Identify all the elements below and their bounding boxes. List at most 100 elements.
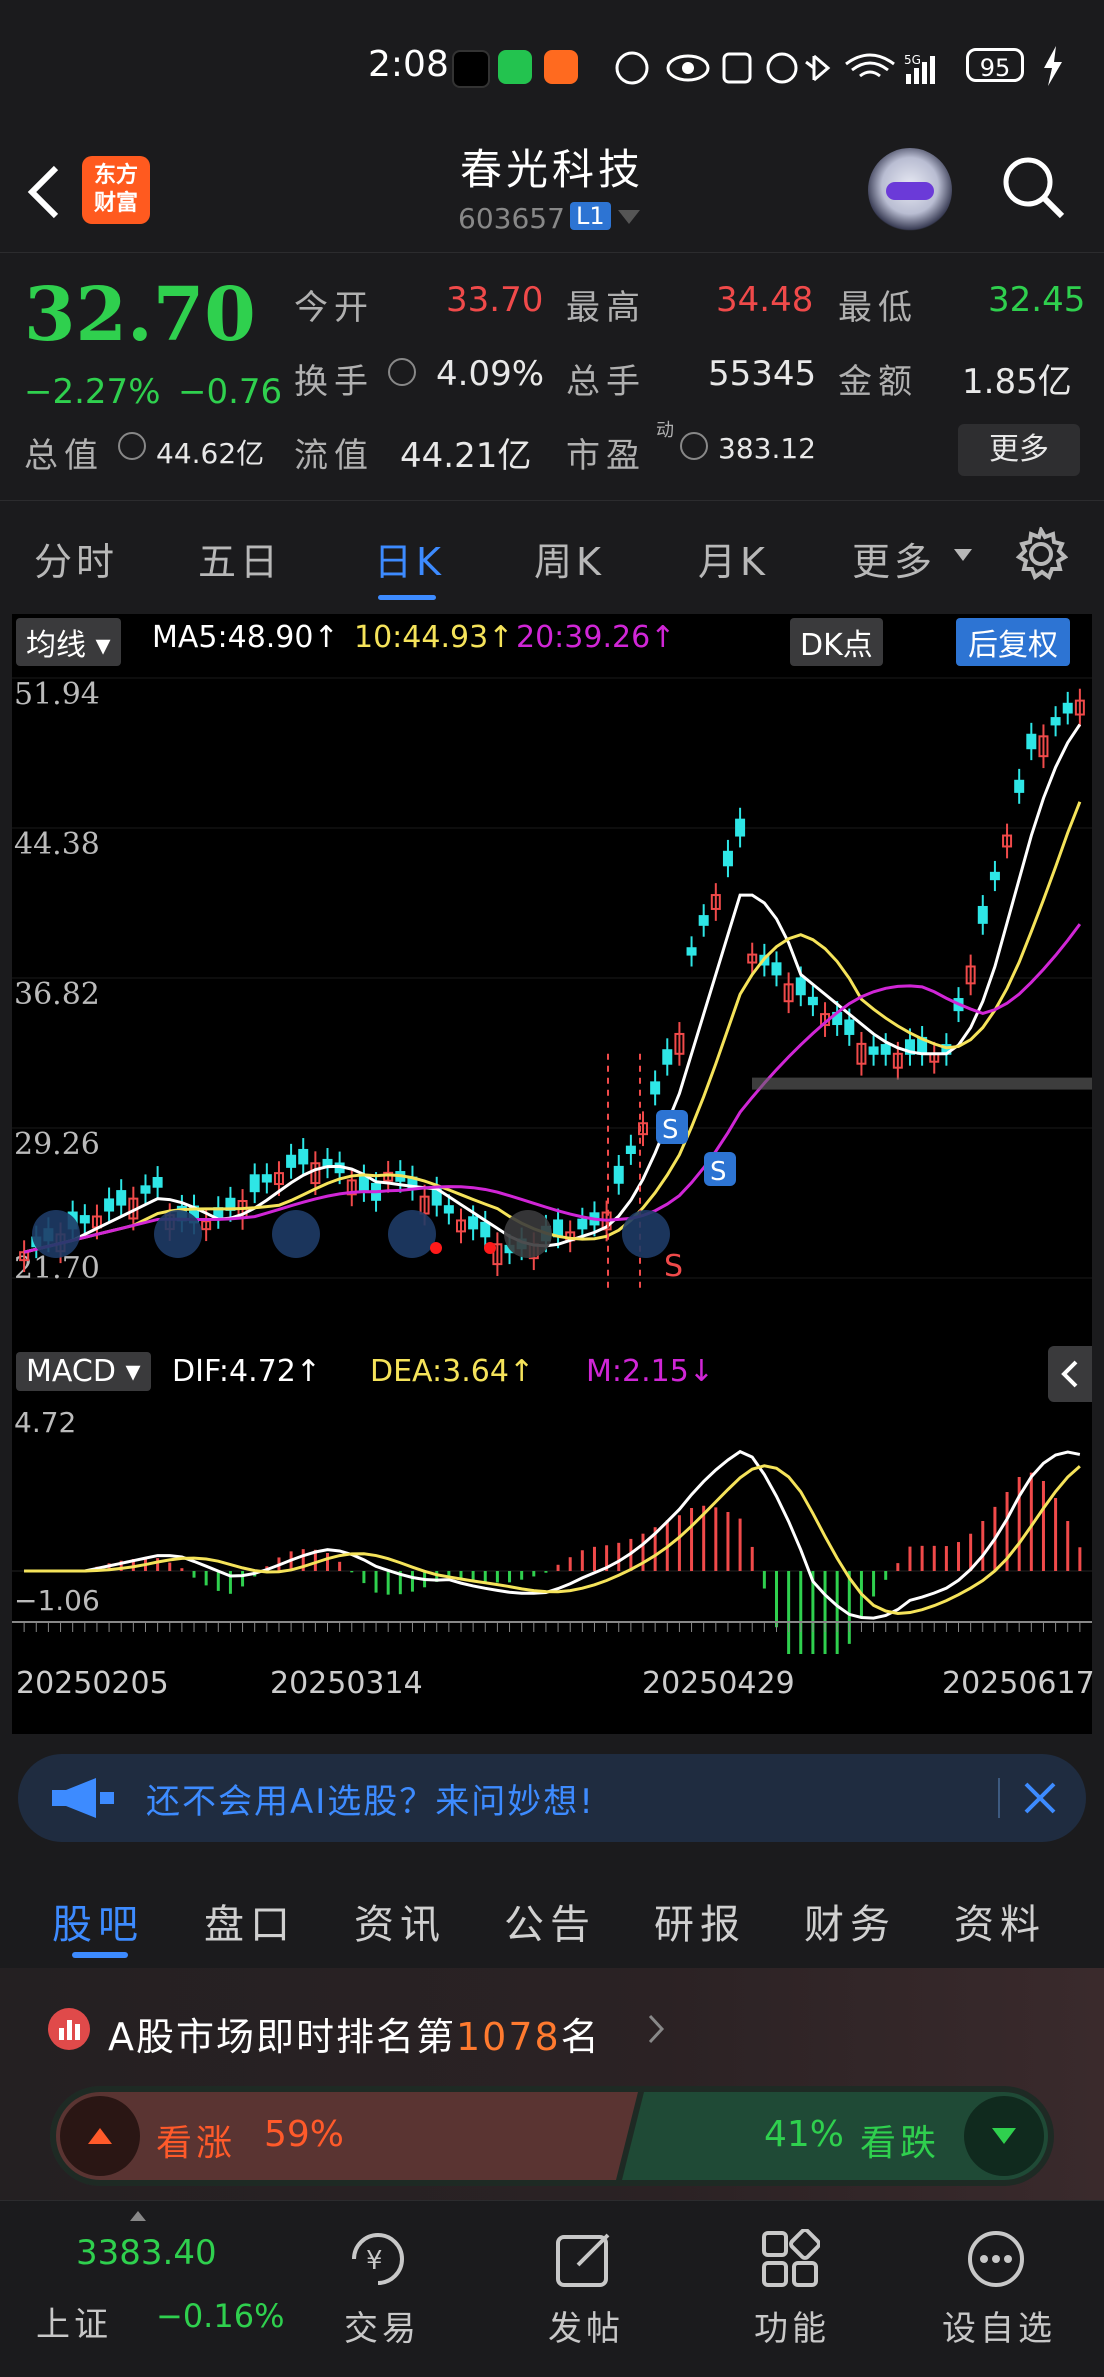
candlestick-plot[interactable]: 51.9444.3836.8229.2621.70BBSSS bbox=[12, 668, 1092, 1288]
tab-announcements[interactable]: 公告 bbox=[504, 1892, 596, 1950]
tab-news[interactable]: 资讯 bbox=[354, 1892, 446, 1950]
tab-profile[interactable]: 资料 bbox=[954, 1892, 1046, 1950]
ad-text: 还不会用AI选股？来问妙想! bbox=[146, 1782, 595, 1822]
price-tick: 36.82 bbox=[14, 977, 100, 1012]
dea-line bbox=[24, 1464, 1081, 1615]
zoom-out-icon[interactable] bbox=[154, 1210, 202, 1258]
macd-selector[interactable]: MACD ▾ bbox=[16, 1352, 151, 1391]
sell-signal-label: S bbox=[710, 1157, 727, 1187]
ma-selector[interactable]: 均线 ▾ bbox=[16, 618, 121, 666]
tab-daily-k[interactable]: 日K bbox=[374, 531, 445, 586]
adjust-button[interactable]: 后复权 bbox=[956, 618, 1070, 666]
candle-body bbox=[625, 1145, 636, 1154]
event-dot bbox=[484, 1242, 496, 1254]
pe-value: 383.12 bbox=[718, 432, 816, 465]
chevron-right-icon[interactable] bbox=[504, 1210, 552, 1258]
candle-body bbox=[807, 996, 818, 1006]
candle-body bbox=[735, 818, 746, 837]
search-icon[interactable] bbox=[1000, 154, 1066, 220]
candle-body bbox=[868, 1046, 879, 1055]
tab-more[interactable]: 更多 bbox=[852, 531, 936, 586]
change-amount: −0.76 bbox=[178, 372, 283, 412]
candle-body bbox=[140, 1185, 151, 1194]
bull-percent: 59% bbox=[264, 2114, 345, 2155]
tab-pankou[interactable]: 盘口 bbox=[204, 1892, 296, 1950]
bull-button[interactable] bbox=[60, 2096, 140, 2176]
svg-text:5G: 5G bbox=[904, 53, 921, 67]
info-icon[interactable] bbox=[680, 432, 708, 460]
date-tick: 20250314 bbox=[270, 1666, 423, 1701]
collapse-button[interactable] bbox=[1048, 1346, 1092, 1402]
candle-body bbox=[116, 1190, 127, 1206]
low-label: 最低 bbox=[838, 288, 918, 328]
post-icon[interactable] bbox=[554, 2229, 616, 2289]
nav-trade[interactable]: 交易 bbox=[344, 2301, 420, 2350]
active-tab-indicator bbox=[378, 595, 436, 600]
status-time: 2:08 bbox=[368, 44, 449, 85]
candle-body bbox=[698, 915, 709, 926]
index-name[interactable]: 上证 bbox=[36, 2297, 112, 2346]
kline-chart[interactable]: 均线 ▾ MA5:48.90↑ 10:44.93↑ 20:39.26↑ DK点 … bbox=[12, 614, 1095, 1734]
more-button[interactable]: 更多 bbox=[958, 424, 1080, 476]
candle-body bbox=[977, 905, 988, 924]
candle-body bbox=[286, 1154, 297, 1168]
ma5-label: MA5:48.90↑ bbox=[152, 620, 339, 655]
candle-body bbox=[249, 1174, 260, 1193]
nav-add-watchlist[interactable]: 设自选 bbox=[942, 2301, 1056, 2350]
dk-point-button[interactable]: DK点 bbox=[790, 618, 883, 666]
status-icons: 5G bbox=[615, 51, 935, 85]
assistant-avatar[interactable] bbox=[868, 148, 952, 232]
high-label: 最高 bbox=[566, 288, 646, 328]
chevron-left-icon[interactable] bbox=[388, 1210, 436, 1258]
chevron-left-icon[interactable] bbox=[32, 1210, 80, 1258]
info-icon[interactable] bbox=[388, 358, 416, 386]
zoom-in-icon[interactable] bbox=[272, 1210, 320, 1258]
candle-body bbox=[358, 1175, 369, 1191]
gear-icon[interactable] bbox=[1014, 527, 1068, 581]
level-badge[interactable]: L1 bbox=[570, 202, 611, 230]
candle-body bbox=[989, 871, 1000, 881]
wechat-icon bbox=[498, 50, 532, 84]
nav-functions[interactable]: 功能 bbox=[754, 2301, 830, 2350]
candle-body bbox=[1026, 733, 1037, 750]
nav-post[interactable]: 发帖 bbox=[548, 2301, 624, 2350]
candle-body bbox=[298, 1148, 309, 1165]
candle-body bbox=[662, 1049, 673, 1065]
bottom-nav: 3383.40 上证 −0.16% ¥ 交易 发帖 功能 设自选 bbox=[0, 2200, 1104, 2377]
expand-icon[interactable] bbox=[622, 1210, 670, 1258]
tab-research[interactable]: 研报 bbox=[654, 1892, 746, 1950]
index-change[interactable]: −0.16% bbox=[156, 2297, 284, 2335]
tab-intraday[interactable]: 分时 bbox=[34, 531, 118, 586]
chevron-down-icon[interactable] bbox=[618, 210, 640, 224]
info-icon[interactable] bbox=[118, 432, 146, 460]
candle-body bbox=[468, 1216, 479, 1230]
tab-finance[interactable]: 财务 bbox=[804, 1892, 896, 1950]
bull-bear-vote: 看涨 59% 41% 看跌 bbox=[50, 2086, 1054, 2186]
sell-signal-label: S bbox=[662, 1115, 679, 1145]
bear-percent: 41% bbox=[764, 2114, 845, 2155]
stock-code: 603657 bbox=[458, 202, 565, 235]
bear-button[interactable] bbox=[964, 2096, 1044, 2176]
chevron-right-icon[interactable] bbox=[648, 2014, 666, 2044]
float-mv-label: 流值 bbox=[294, 436, 374, 476]
date-tick: 20250205 bbox=[16, 1666, 169, 1701]
ma20-label: 20:39.26↑ bbox=[516, 620, 676, 655]
trade-icon[interactable]: ¥ bbox=[344, 2229, 410, 2289]
tab-weekly-k[interactable]: 周K bbox=[534, 531, 605, 586]
current-price: 32.70 bbox=[24, 272, 256, 358]
tab-monthly-k[interactable]: 月K bbox=[698, 531, 769, 586]
close-icon[interactable] bbox=[1020, 1778, 1060, 1818]
candle-body bbox=[443, 1205, 454, 1214]
candle-body bbox=[880, 1044, 891, 1055]
market-rank-card[interactable]: A股市场即时排名第1078名 看涨 59% 41% 看跌 bbox=[0, 1968, 1104, 2200]
index-value[interactable]: 3383.40 bbox=[76, 2233, 217, 2273]
more-dots-icon[interactable] bbox=[966, 2229, 1026, 2289]
functions-icon[interactable] bbox=[760, 2229, 820, 2289]
tab-five-day[interactable]: 五日 bbox=[198, 531, 282, 586]
tab-guba[interactable]: 股吧 bbox=[52, 1892, 144, 1950]
macd-plot[interactable]: 4.72 −1.06 bbox=[12, 1404, 1092, 1654]
candle-body bbox=[152, 1177, 163, 1188]
ai-ad-banner[interactable]: 还不会用AI选股？来问妙想! bbox=[18, 1754, 1086, 1842]
chevron-down-icon[interactable] bbox=[954, 549, 972, 561]
change-percent: −2.27% bbox=[24, 372, 161, 412]
